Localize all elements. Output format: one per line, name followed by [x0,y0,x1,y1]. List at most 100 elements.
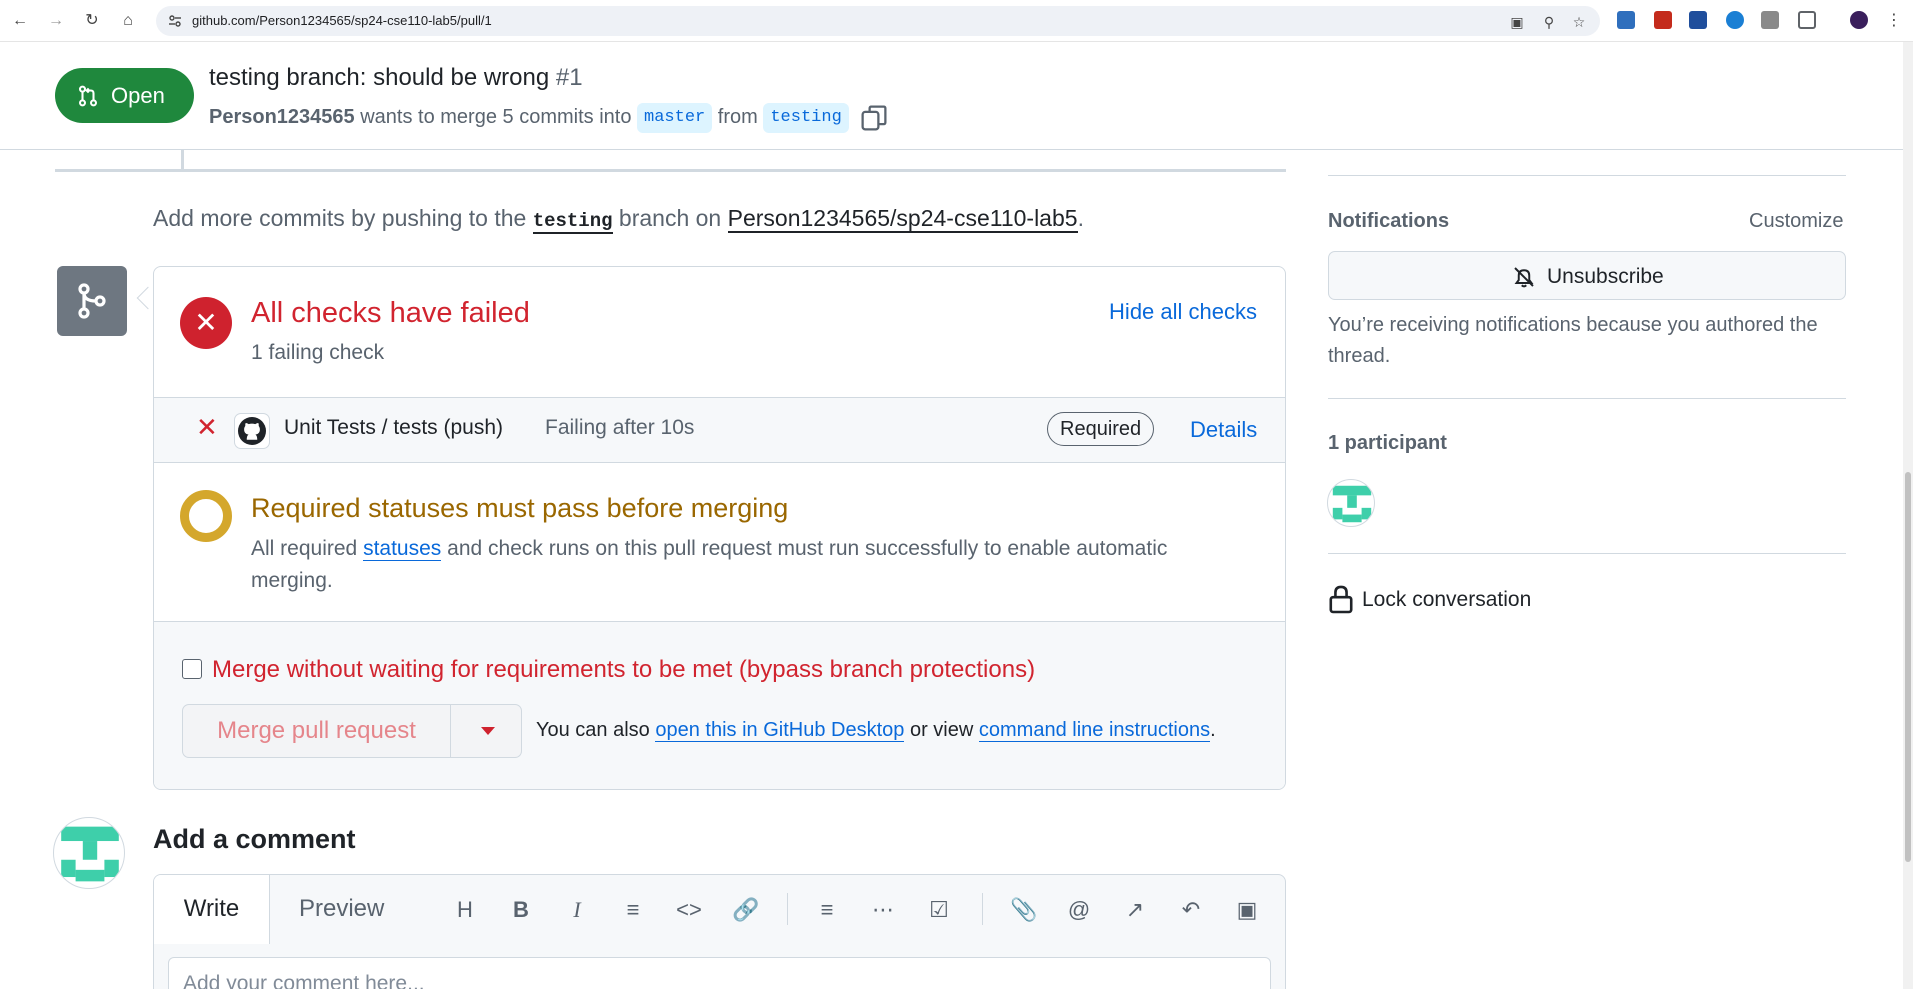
open-github-desktop-link[interactable]: open this in GitHub Desktop [655,719,905,742]
zoom-icon[interactable]: ⚲ [1540,13,1558,31]
command-line-instructions-link[interactable]: command line instructions [978,719,1211,742]
merge-box: ✕ All checks have failed 1 failing check… [153,266,1286,790]
add-commits-suffix: . [1077,205,1084,231]
extension-1-icon[interactable] [1617,11,1635,29]
heading-icon[interactable]: H [452,897,478,923]
pr-state-label: Open [111,83,165,108]
toolbar-divider [787,893,788,925]
hide-all-checks-link[interactable]: Hide all checks [1109,299,1257,325]
sidebar-divider [1328,553,1846,554]
browser-toolbar: ← → ↻ ⌂ github.com/Person1234565/sp24-cs… [0,0,1913,42]
merge-actions: Merge without waiting for requirements t… [154,622,1285,789]
browser-menu-icon[interactable]: ⋮ [1884,11,1904,31]
site-info-icon[interactable] [168,14,182,28]
pending-circle-icon [180,490,232,542]
extension-3-icon[interactable] [1689,11,1707,29]
bold-icon[interactable]: B [508,897,534,923]
merge-status-icon [57,266,127,336]
repo-link[interactable]: Person1234565/sp24-cse110-lab5 [727,205,1078,233]
paperclip-icon[interactable]: 📎 [1010,897,1037,923]
participant-avatar[interactable] [1327,479,1375,527]
check-run-name[interactable]: Unit Tests / tests (push) [284,416,503,440]
merge-note-prefix: You can also [536,719,650,741]
install-app-icon[interactable]: ▣ [1508,13,1526,31]
unordered-list-icon[interactable]: ⋯ [870,897,896,923]
extension-2-icon[interactable] [1654,11,1672,29]
timeline-connector [181,150,184,169]
required-badge: Required [1047,412,1155,446]
statuses-link[interactable]: statuses [363,537,442,561]
check-run-row: ✕ Unit Tests / tests (push) Failing afte… [154,398,1285,463]
sidebar-divider [1328,398,1846,399]
checks-title: All checks have failed [251,297,530,329]
page-scrollbar[interactable] [1903,42,1913,989]
add-commits-branch: testing [532,210,613,234]
pr-sticky-header: Open testing branch: should be wrong #1 … [0,42,1903,150]
extension-4-icon[interactable] [1726,11,1744,29]
identicon-icon [61,826,119,882]
check-run-status: Failing after 10s [545,416,695,439]
merge-summary-text: wants to merge 5 commits into [360,106,632,128]
merge-method-dropdown[interactable] [451,705,521,757]
extensions-puzzle-icon[interactable] [1798,11,1816,29]
x-circle-icon: ✕ [180,297,232,349]
checks-summary: ✕ All checks have failed 1 failing check… [154,267,1285,398]
merge-note-suffix: . [1210,719,1216,741]
unsubscribe-label: Unsubscribe [1547,265,1664,288]
required-statuses-section: Required statuses must pass before mergi… [154,463,1285,622]
extension-5-icon[interactable] [1761,11,1779,29]
customize-notifications-link[interactable]: Customize [1749,210,1843,233]
pr-state-badge: Open [55,68,194,123]
tab-preview[interactable]: Preview [299,875,384,944]
participants-heading: 1 participant [1328,432,1447,454]
req-body-prefix: All required [251,537,358,560]
link-icon[interactable]: 🔗 [732,897,759,923]
git-merge-icon [78,283,106,319]
reply-icon[interactable]: ↶ [1178,897,1204,923]
italic-icon[interactable]: I [564,897,590,923]
comment-textarea[interactable]: Add your comment here... [168,957,1271,989]
profile-avatar[interactable] [1850,11,1868,29]
add-commits-prefix: Add more commits by pushing to the [153,205,527,231]
from-text: from [717,106,758,128]
head-branch[interactable]: testing [763,102,849,133]
back-arrow-icon[interactable]: ← [10,11,30,31]
notifications-heading: Notifications [1328,210,1450,232]
bypass-checkbox[interactable] [182,659,202,679]
address-bar[interactable]: github.com/Person1234565/sp24-cse110-lab… [156,6,1600,36]
forward-arrow-icon[interactable]: → [46,11,66,31]
bell-slash-icon [1514,267,1534,288]
mention-icon[interactable]: @ [1066,897,1092,923]
tab-write[interactable]: Write [154,875,270,944]
base-branch[interactable]: master [637,102,713,133]
add-commits-hint: Add more commits by pushing to the testi… [153,205,1084,234]
check-details-link[interactable]: Details [1190,417,1257,443]
toolbar-divider [982,893,983,925]
lock-conversation-label: Lock conversation [1362,588,1532,611]
task-list-icon[interactable]: ☑ [926,897,952,923]
code-icon[interactable]: <> [676,897,702,923]
slash-commands-icon[interactable]: ▣ [1234,897,1260,923]
scrollbar-thumb[interactable] [1905,472,1911,862]
ordered-list-icon[interactable]: ≡ [814,897,840,923]
cross-reference-icon[interactable]: ↗ [1122,897,1148,923]
pr-merge-summary: Person1234565 wants to merge 5 commits i… [209,100,888,134]
reload-icon[interactable]: ↻ [82,11,102,31]
notification-reason: You’re receiving notifications because y… [1328,314,1818,367]
merge-pull-request-button[interactable]: Merge pull request [183,705,451,757]
identicon-icon [1332,485,1372,523]
copy-icon[interactable] [860,104,888,132]
comment-editor: Write Preview H B I ≡ <> 🔗 ≡ ⋯ ☑ 📎 @ ↗ ↶… [153,874,1286,989]
unsubscribe-button[interactable]: Unsubscribe [1328,251,1846,300]
pr-title: testing branch: should be wrong #1 [209,64,583,92]
bookmark-star-icon[interactable]: ☆ [1570,13,1588,31]
x-icon: ✕ [196,412,218,442]
pr-author-link[interactable]: Person1234565 [209,106,355,128]
sidebar-divider [1328,175,1846,176]
avatar[interactable] [53,817,125,889]
github-logo-icon [234,413,270,449]
home-icon[interactable]: ⌂ [118,11,138,31]
bypass-label[interactable]: Merge without waiting for requirements t… [212,656,1035,684]
quote-icon[interactable]: ≡ [620,897,646,923]
merge-note-middle: or view [909,719,974,741]
